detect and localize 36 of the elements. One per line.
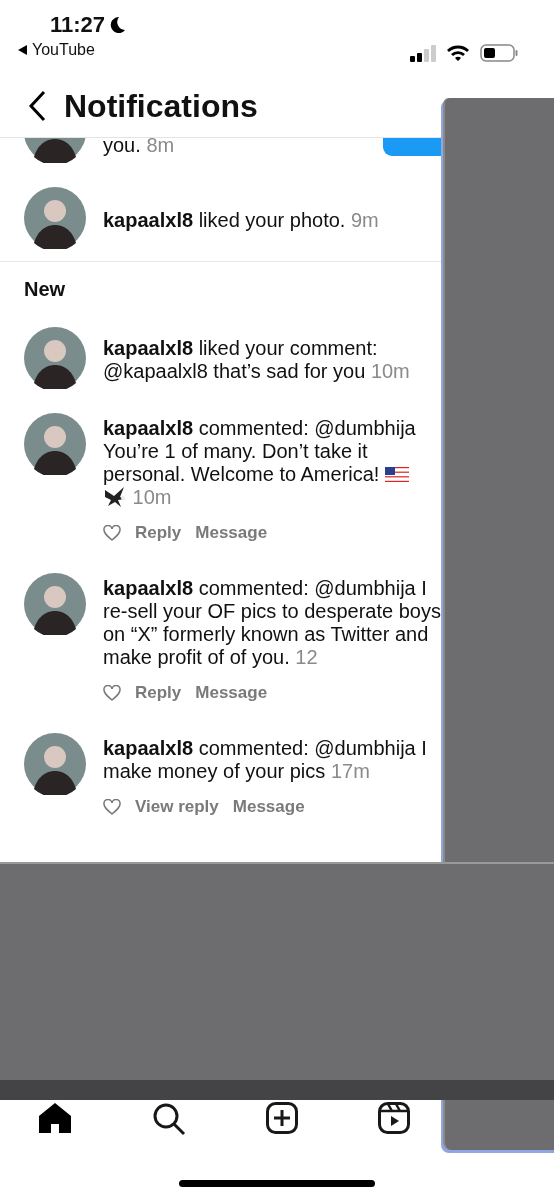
message-link[interactable]: Message bbox=[195, 523, 268, 543]
notification-text: kapaalxl8 commented: @dumbhija You’re 1 of many. Don’t take it personal. Welcome to America! bbox=[103, 417, 416, 485]
moon-icon bbox=[109, 16, 126, 34]
signal-icon bbox=[410, 43, 436, 62]
user-avatar[interactable] bbox=[24, 187, 86, 249]
back-app-link[interactable]: YouTube bbox=[32, 41, 95, 59]
notification-text: kapaalxl8 commented: @dumbhija I re-sell your OF pics to desperate boys on “X” formerly known as Twitter and make profit of of you. 12 bbox=[103, 577, 441, 668]
timestamp: 10m bbox=[132, 486, 172, 508]
back-triangle-icon[interactable] bbox=[18, 45, 27, 55]
back-icon[interactable] bbox=[28, 90, 48, 122]
reply-link[interactable]: Reply bbox=[135, 683, 182, 703]
notification-text: kapaalxl8 commented: @dumbhija I make money of your pics 17m bbox=[103, 737, 427, 782]
wifi-icon bbox=[446, 43, 470, 62]
reply-link[interactable]: View reply bbox=[135, 797, 219, 817]
message-link[interactable]: Message bbox=[195, 683, 268, 703]
user-avatar[interactable] bbox=[24, 327, 86, 389]
notification-text: you. 8m bbox=[103, 138, 175, 156]
reply-link[interactable]: Reply bbox=[135, 523, 182, 543]
create-tab[interactable] bbox=[266, 1102, 298, 1134]
battery-icon bbox=[480, 43, 518, 62]
eagle-icon bbox=[103, 486, 127, 508]
reels-tab[interactable] bbox=[378, 1102, 410, 1134]
section-title: New bbox=[23, 277, 67, 302]
message-link[interactable]: Message bbox=[232, 797, 305, 817]
user-avatar[interactable] bbox=[24, 413, 86, 475]
notification-text: kapaalxl8 liked your photo. 9m bbox=[103, 208, 379, 231]
notification-text: kapaalxl8 liked your comment: @kapaalxl8 that’s sad for you 10m bbox=[103, 337, 410, 382]
search-tab[interactable] bbox=[152, 1102, 186, 1136]
heart-icon[interactable] bbox=[103, 525, 121, 541]
status-time: 11:27 bbox=[50, 12, 106, 38]
user-avatar[interactable] bbox=[24, 733, 86, 795]
home-tab[interactable] bbox=[38, 1102, 72, 1134]
heart-icon[interactable] bbox=[103, 685, 121, 701]
user-avatar[interactable] bbox=[24, 573, 86, 635]
heart-icon[interactable] bbox=[103, 799, 121, 815]
page-title: Notifications bbox=[64, 87, 258, 125]
